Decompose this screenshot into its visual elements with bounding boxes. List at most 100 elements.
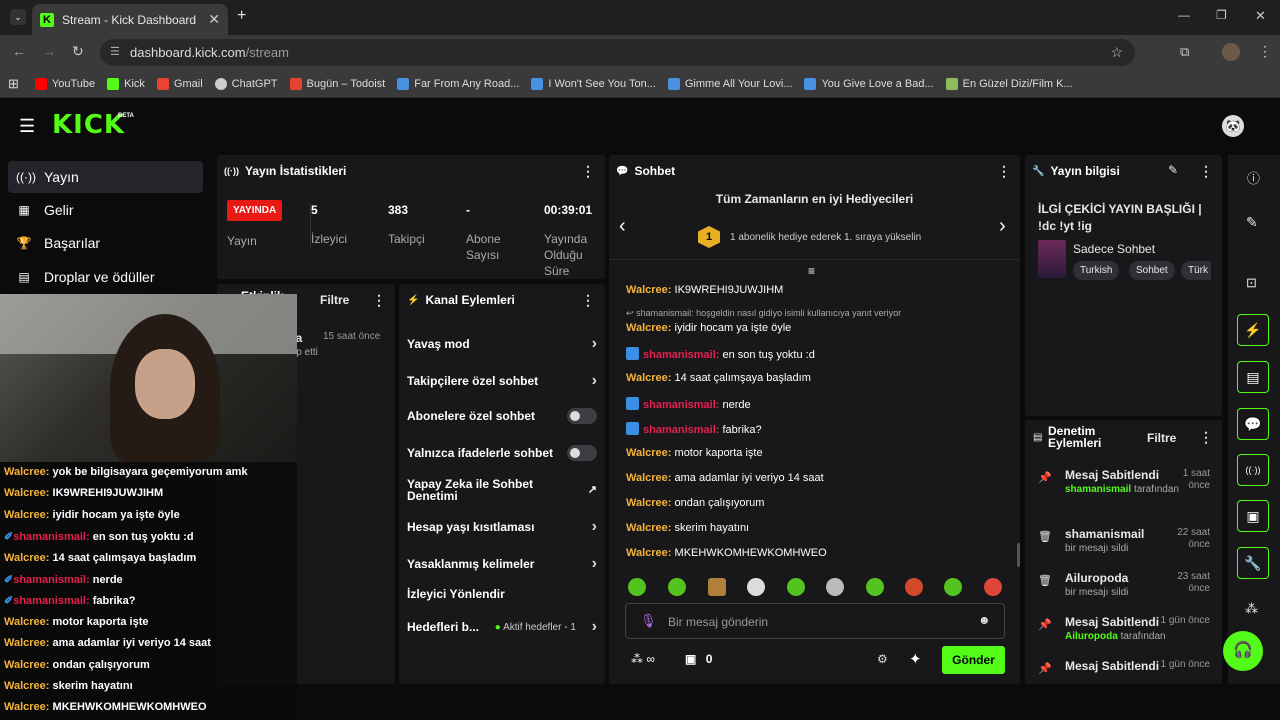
broadcast-toolbar-icon[interactable]: ((·)) (1237, 454, 1269, 486)
tag-sohbet[interactable]: Sohbet (1129, 261, 1175, 280)
quick-actions-icon[interactable]: ⚡ (1237, 314, 1269, 346)
bookmark-todoist[interactable]: Bugün – Todoist (289, 77, 385, 90)
tag-turk[interactable]: Türk (1181, 261, 1211, 280)
chat-username[interactable]: shamanismail (643, 399, 716, 411)
bookmark-far-from-any-road[interactable]: Far From Any Road... (397, 77, 519, 90)
followers-only-item[interactable]: Takipçilere özel sohbet › (407, 372, 597, 390)
points-indicator[interactable]: ⁂ ∞ (631, 652, 655, 666)
stats-menu-icon[interactable]: ⋮ (581, 163, 595, 180)
emote-8[interactable] (905, 578, 923, 596)
mod-menu-icon[interactable]: ⋮ (1199, 429, 1213, 446)
subs-only-toggle[interactable] (567, 408, 597, 424)
microphone-icon[interactable]: 🎙 (640, 613, 657, 629)
activity-menu-icon[interactable]: ⋮ (372, 292, 386, 309)
chat-scrollbar[interactable] (1017, 543, 1020, 567)
new-tab-icon[interactable]: + (237, 7, 246, 25)
bookmark-star-icon[interactable]: ☆ (1110, 44, 1123, 61)
browser-tab[interactable]: K Stream - Kick Dashboard ✕ (32, 4, 228, 35)
window-close-icon[interactable]: ✕ (1255, 8, 1266, 24)
hamburger-menu-icon[interactable]: ☰ (19, 116, 35, 137)
info-icon[interactable]: ⓘ (1247, 168, 1260, 187)
chat-username[interactable]: shamanismail (643, 424, 716, 436)
nav-item-yayin[interactable]: ((·)) Yayın (8, 161, 203, 193)
slow-mode-item[interactable]: Yavaş mod › (407, 335, 597, 353)
bookmark-you-give-love[interactable]: You Give Love a Bad... (804, 77, 934, 90)
tools-icon[interactable]: 🔧 (1237, 547, 1269, 579)
ai-moderation-item[interactable]: Yapay Zeka ile Sohbet Denetimi ↗ (407, 478, 597, 502)
apps-icon[interactable]: ⊞ (8, 76, 19, 92)
category-thumbnail[interactable] (1038, 240, 1066, 278)
bookmark-kick[interactable]: Kick (107, 77, 145, 90)
back-icon[interactable]: ← (12, 43, 26, 59)
chat-icon[interactable]: 💬 (1237, 408, 1269, 440)
capture-icon[interactable]: ⊡ (1246, 275, 1257, 291)
site-info-icon[interactable]: ☰ (110, 45, 120, 58)
extensions-icon[interactable]: ⧉ (1180, 44, 1189, 60)
edit-icon[interactable]: ✎ (1246, 214, 1258, 231)
bookmark-chatgpt[interactable]: ChatGPT (214, 77, 278, 90)
subs-only-item[interactable]: Abonelere özel sohbet (407, 408, 597, 424)
emoji-icon[interactable]: ☻ (978, 613, 991, 627)
bookmark-gmail[interactable]: Gmail (156, 77, 203, 90)
emote-10[interactable] (984, 578, 1002, 596)
puzzle-icon[interactable]: ✦ (909, 650, 922, 668)
chat-username[interactable]: Walcree (626, 522, 668, 534)
video-icon[interactable]: ▣ (1237, 500, 1269, 532)
goals-item[interactable]: Hedefleri b... ● Aktif hedefler - 1 › (407, 618, 597, 636)
chat-username[interactable]: Walcree (626, 372, 668, 384)
emote-3[interactable] (708, 578, 726, 596)
activity-filter-button[interactable]: Filtre (320, 293, 349, 307)
maximize-icon[interactable]: ❐ (1216, 8, 1227, 22)
chat-menu-icon[interactable]: ⋮ (997, 163, 1011, 180)
gifters-prev-icon[interactable]: ‹ (619, 215, 626, 238)
nav-item-droplar[interactable]: ▤ Droplar ve ödüller (8, 261, 203, 293)
redirect-item[interactable]: İzleyici Yönlendir (407, 587, 597, 601)
emote-1[interactable] (628, 578, 646, 596)
account-age-item[interactable]: Hesap yaşı kısıtlaması › (407, 518, 597, 536)
emote-5[interactable] (787, 578, 805, 596)
bookmark-i-wont-see-you[interactable]: I Won't See You Ton... (531, 77, 656, 90)
chat-username[interactable]: Walcree (626, 497, 668, 509)
tab-close-icon[interactable]: ✕ (208, 11, 220, 28)
send-button[interactable]: Gönder (942, 646, 1005, 674)
emote-9[interactable] (944, 578, 962, 596)
kick-logo[interactable]: KICK (52, 110, 125, 140)
community-icon[interactable]: ⁂ (1245, 601, 1258, 617)
chat-username[interactable]: Walcree (626, 547, 668, 559)
emote-4[interactable] (747, 578, 765, 596)
edit-info-icon[interactable]: ✎ (1168, 163, 1178, 177)
chat-username[interactable]: Walcree (626, 447, 668, 459)
chat-settings-icon[interactable]: ⚙ (877, 652, 888, 666)
emote-6[interactable] (826, 578, 844, 596)
bookmark-en-guzel-dizi[interactable]: En Güzel Dizi/Film K... (945, 77, 1073, 90)
nav-item-basarilar[interactable]: 🏆 Başarılar (8, 227, 203, 259)
tag-turkish[interactable]: Turkish (1073, 261, 1120, 280)
notes-icon[interactable]: ▤ (1237, 361, 1269, 393)
chat-username[interactable]: Walcree (626, 284, 668, 296)
nav-item-gelir[interactable]: ▦ Gelir (8, 194, 203, 226)
help-button[interactable]: 🎧 (1223, 631, 1263, 671)
gifters-next-icon[interactable]: › (999, 215, 1006, 238)
browser-menu-icon[interactable]: ⋮ (1258, 43, 1272, 60)
chest-indicator[interactable]: ▣ 0 (685, 652, 712, 666)
chat-username[interactable]: shamanismail (643, 349, 716, 361)
minimize-icon[interactable]: — (1178, 8, 1190, 22)
banned-words-item[interactable]: Yasaklanmış kelimeler › (407, 555, 597, 573)
emote-7[interactable] (866, 578, 884, 596)
forward-icon[interactable]: → (42, 43, 56, 59)
chat-input[interactable]: 🎙 Bir mesaj gönderin ☻ (625, 603, 1005, 639)
expand-icon[interactable]: ≡ (808, 264, 815, 278)
chat-username[interactable]: Walcree (626, 322, 668, 334)
bookmark-youtube[interactable]: YouTube (34, 77, 95, 90)
profile-avatar[interactable] (1222, 43, 1240, 61)
chat-username[interactable]: Walcree (626, 472, 668, 484)
emote-2[interactable] (668, 578, 686, 596)
emotes-only-item[interactable]: Yalnızca ifadelerle sohbet (407, 445, 597, 461)
emotes-only-toggle[interactable] (567, 445, 597, 461)
reload-icon[interactable]: ↻ (72, 43, 84, 60)
mod-filter-button[interactable]: Filtre (1147, 431, 1176, 445)
tab-search-icon[interactable]: ⌄ (10, 9, 26, 25)
bookmark-gimme-all[interactable]: Gimme All Your Lovi... (667, 77, 792, 90)
url-input[interactable]: ☰ dashboard.kick.com/stream ☆ (100, 39, 1135, 66)
category-name[interactable]: Sadece Sohbet (1073, 242, 1155, 256)
